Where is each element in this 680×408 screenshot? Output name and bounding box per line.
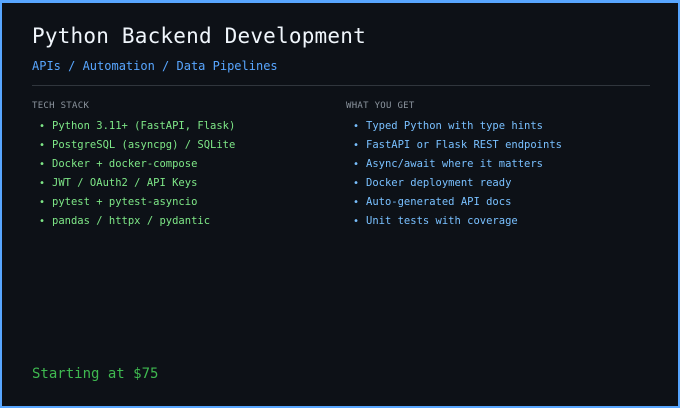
list-item: • Python 3.11+ (FastAPI, Flask) [32,117,332,136]
bullet-icon: • [353,140,360,151]
bullet-icon: • [39,159,46,170]
tech-stack-item-label: pandas / httpx / pydantic [52,215,211,227]
benefit-item-label: Docker deployment ready [366,177,512,189]
page-title: Python Backend Development [32,24,366,48]
service-card: Python Backend Development APIs / Automa… [0,0,680,408]
what-you-get-heading: WHAT YOU GET [346,101,415,111]
list-item: • Unit tests with coverage [346,212,646,231]
tech-stack-item-label: Docker + docker-compose [52,158,198,170]
benefit-item-label: Typed Python with type hints [366,120,544,132]
list-item: • pandas / httpx / pydantic [32,212,332,231]
tech-stack-section: TECH STACK • Python 3.11+ (FastAPI, Flask… [32,101,332,231]
benefit-item-label: Auto-generated API docs [366,196,512,208]
tech-stack-item-label: Python 3.11+ (FastAPI, Flask) [52,120,236,132]
tech-stack-item-label: pytest + pytest-asyncio [52,196,198,208]
page-subtitle: APIs / Automation / Data Pipelines [32,59,278,73]
bullet-icon: • [353,178,360,189]
tech-stack-item-label: JWT / OAuth2 / API Keys [52,177,198,189]
bullet-icon: • [39,178,46,189]
list-item: • Docker + docker-compose [32,155,332,174]
list-item: • Async/await where it matters [346,155,646,174]
bullet-icon: • [353,216,360,227]
header-divider [32,85,650,86]
bullet-icon: • [39,216,46,227]
tech-stack-item-label: PostgreSQL (asyncpg) / SQLite [52,139,236,151]
bullet-icon: • [39,121,46,132]
list-item: • pytest + pytest-asyncio [32,193,332,212]
list-item: • Typed Python with type hints [346,117,646,136]
list-item: • JWT / OAuth2 / API Keys [32,174,332,193]
bullet-icon: • [39,197,46,208]
what-you-get-list: • Typed Python with type hints • FastAPI o… [346,117,646,231]
list-item: • FastAPI or Flask REST endpoints [346,136,646,155]
tech-stack-heading: TECH STACK [32,101,90,111]
list-item: • Docker deployment ready [346,174,646,193]
starting-price: Starting at $75 [32,366,159,382]
benefit-item-label: Async/await where it matters [366,158,544,170]
tech-stack-list: • Python 3.11+ (FastAPI, Flask) • PostgreS… [32,117,332,231]
bullet-icon: • [39,140,46,151]
bullet-icon: • [353,121,360,132]
what-you-get-section: WHAT YOU GET • Typed Python with type hin… [346,101,646,231]
benefit-item-label: FastAPI or Flask REST endpoints [366,139,562,151]
list-item: • PostgreSQL (asyncpg) / SQLite [32,136,332,155]
list-item: • Auto-generated API docs [346,193,646,212]
benefit-item-label: Unit tests with coverage [366,215,518,227]
bullet-icon: • [353,159,360,170]
bullet-icon: • [353,197,360,208]
